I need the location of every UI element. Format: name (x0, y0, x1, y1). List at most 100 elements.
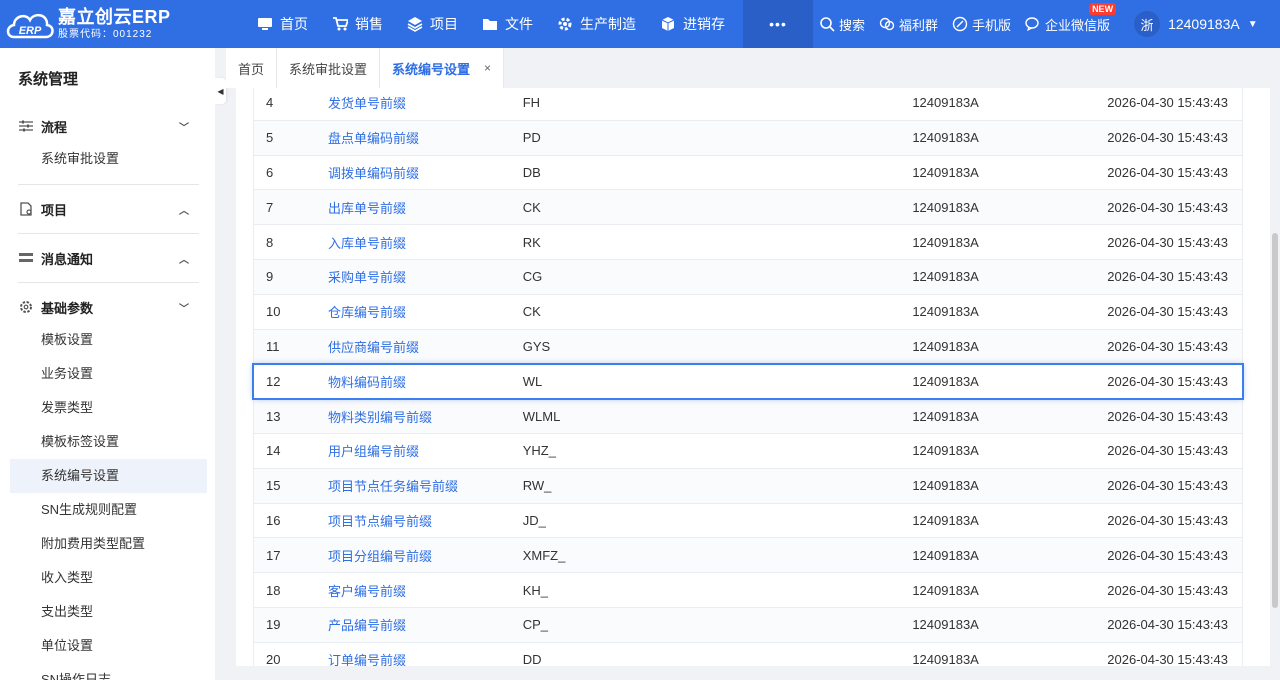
sidebar-item-numbering-settings[interactable]: 系统编号设置 (10, 459, 207, 493)
user-name: 12409183A (1168, 16, 1240, 32)
sidebar-item-income-types[interactable]: 收入类型 (10, 561, 207, 595)
table-row[interactable]: 4 发货单号前缀 FH 12409183A 2026-04-30 15:43:43 (253, 88, 1243, 121)
table-row[interactable]: 18 客户编号前缀 KH_ 12409183A 2026-04-30 15:43:43 (253, 573, 1243, 608)
sidebar-group-notifications[interactable]: 消息通知 ︿ (0, 242, 215, 274)
nav-sales[interactable]: 销售 (320, 0, 395, 48)
row-prefix-code: PD (522, 130, 541, 146)
row-name-link[interactable]: 仓库编号前缀 (328, 302, 523, 321)
row-name-link[interactable]: 发货单号前缀 (328, 93, 523, 112)
table-row[interactable]: 14 用户组编号前缀 YHZ_ 12409183A 2026-04-30 15:43:4… (253, 433, 1243, 469)
sidebar-item-extra-fee-types[interactable]: 附加费用类型配置 (10, 527, 207, 561)
nav-files[interactable]: 文件 (470, 0, 545, 48)
nav-files-label: 文件 (505, 16, 533, 32)
tab-home[interactable]: 首页 (226, 48, 278, 88)
row-number: 15 (266, 478, 281, 494)
scrollbar-track[interactable] (1270, 48, 1280, 680)
table-row[interactable]: 7 出库单号前缀 CK 12409183A 2026-04-30 15:43:43 (253, 190, 1243, 226)
sidebar-item-sn-log[interactable]: SN操作日志 (10, 663, 207, 680)
sidebar-item-unit-settings[interactable]: 单位设置 (10, 629, 207, 663)
search-button[interactable]: 搜索 (819, 15, 865, 34)
sidebar-item-template-settings[interactable]: 模板设置 (10, 323, 207, 357)
link-icon (952, 16, 968, 32)
scrollbar-thumb[interactable] (1272, 233, 1278, 608)
table-row[interactable]: 11 供应商编号前缀 GYS 12409183A 2026-04-30 15:43:43 (253, 329, 1243, 365)
table-row[interactable]: 10 仓库编号前缀 CK 12409183A 2026-04-30 15:43:43 (253, 294, 1243, 330)
row-prefix-code: CK (522, 199, 541, 215)
row-prefix-code: WL (522, 373, 543, 389)
row-name-link[interactable]: 物料类别编号前缀 (328, 407, 523, 426)
wechat-label: 企业微信版 (1045, 17, 1111, 33)
mobile-version-button[interactable]: 手机版 (952, 15, 1011, 34)
row-number: 5 (266, 130, 274, 146)
sidebar-item-business-settings[interactable]: 业务设置 (10, 357, 207, 391)
nav-more-button[interactable]: ••• (743, 0, 813, 48)
sidebar-divider (18, 233, 199, 234)
avatar: 浙 (1134, 11, 1161, 37)
welfare-group-button[interactable]: 福利群 (879, 15, 938, 34)
row-user: 12409183A (912, 234, 979, 250)
row-prefix-code: CG (522, 269, 543, 285)
welfare-label: 福利群 (899, 17, 939, 33)
row-name-link[interactable]: 入库单号前缀 (328, 233, 523, 252)
table-row[interactable]: 5 盘点单编码前缀 PD 12409183A 2026-04-30 15:43:43 (253, 120, 1243, 156)
table-row[interactable]: 13 物料类别编号前缀 WLML 12409183A 2026-04-30 15:43:… (253, 399, 1243, 434)
table-row[interactable]: 9 采购单号前缀 CG 12409183A 2026-04-30 15:43:43 (253, 259, 1243, 295)
row-number: 12 (266, 373, 281, 389)
row-name-link[interactable]: 产品编号前缀 (328, 615, 523, 634)
table-row[interactable]: 16 项目节点编号前缀 JD_ 12409183A 2026-04-30 15:43:4… (253, 503, 1243, 539)
chevron-up-icon: ︿ (179, 254, 189, 266)
nav-home-label: 首页 (280, 16, 308, 32)
nav-project[interactable]: 项目 (395, 0, 470, 48)
sidebar-item-invoice-types[interactable]: 发票类型 (10, 391, 207, 425)
row-prefix-code: RK (522, 234, 541, 250)
row-user: 12409183A (912, 652, 979, 666)
row-name-link[interactable]: 盘点单编码前缀 (328, 128, 523, 147)
sidebar-group-basic-params[interactable]: 基础参数 ﹀ (0, 291, 215, 323)
sidebar-group-project[interactable]: 项目 ︿ (0, 193, 215, 225)
row-name-link[interactable]: 用户组编号前缀 (328, 441, 523, 460)
table-row[interactable]: 15 项目节点任务编号前缀 RW_ 12409183A 2026-04-30 15:43… (253, 468, 1243, 504)
sidebar-item-template-tags[interactable]: 模板标签设置 (10, 425, 207, 459)
table-row[interactable]: 19 产品编号前缀 CP_ 12409183A 2026-04-30 15:43:43 (253, 607, 1243, 643)
row-name-link[interactable]: 供应商编号前缀 (328, 337, 523, 356)
row-name-link[interactable]: 出库单号前缀 (328, 198, 523, 217)
logo[interactable]: ERP 嘉立创云ERP 股票代码：001232 (0, 0, 235, 48)
row-name-link[interactable]: 调拨单编码前缀 (328, 163, 523, 182)
logo-mark-text: ERP (19, 25, 42, 37)
nav-manufacturing[interactable]: 生产制造 (545, 0, 648, 48)
wechat-version-button[interactable]: 企业微信版 NEW (1025, 2, 1117, 34)
row-name-link[interactable]: 物料编码前缀 (328, 372, 523, 391)
table-row[interactable]: 6 调拨单编码前缀 DB 12409183A 2026-04-30 15:43:43 (253, 155, 1243, 191)
search-icon (820, 17, 835, 32)
user-menu[interactable]: 浙 12409183A ▼ (1134, 11, 1258, 37)
sidebar-group-label: 流程 (41, 119, 68, 135)
nav-inventory[interactable]: 进销存 (648, 0, 737, 48)
tab-approval-settings[interactable]: 系统审批设置 (277, 48, 381, 88)
row-name-link[interactable]: 项目节点任务编号前缀 (328, 476, 523, 495)
close-icon[interactable]: × (484, 61, 491, 75)
row-prefix-code: YHZ_ (522, 443, 556, 459)
sidebar-divider (18, 184, 199, 185)
row-name-link[interactable]: 客户编号前缀 (328, 581, 523, 600)
sidebar-collapse-button[interactable]: ◀ (215, 78, 226, 104)
row-name-link[interactable]: 项目分组编号前缀 (328, 546, 523, 565)
row-prefix-code: XMFZ_ (522, 547, 566, 563)
row-user: 12409183A (912, 582, 979, 598)
table-row[interactable]: 12 物料编码前缀 WL 12409183A 2026-04-30 15:43:43 (252, 363, 1244, 401)
table-row[interactable]: 17 项目分组编号前缀 XMFZ_ 12409183A 2026-04-30 15:43… (253, 538, 1243, 574)
tab-numbering-settings[interactable]: 系统编号设置 × (380, 48, 505, 88)
row-name-link[interactable]: 采购单号前缀 (328, 267, 523, 286)
sidebar-item-expense-types[interactable]: 支出类型 (10, 595, 207, 629)
row-name-link[interactable]: 项目节点编号前缀 (328, 511, 523, 530)
row-prefix-code: KH_ (522, 582, 549, 598)
row-name-link[interactable]: 订单编号前缀 (328, 650, 523, 666)
row-number: 13 (266, 408, 281, 424)
sidebar-item-approval-settings[interactable]: 系统审批设置 (10, 142, 207, 176)
sidebar-group-process[interactable]: 流程 ﹀ (0, 110, 215, 142)
nav-home[interactable]: 首页 (245, 0, 320, 48)
sidebar-item-sn-rules[interactable]: SN生成规则配置 (10, 493, 207, 527)
table-row[interactable]: 8 入库单号前缀 RK 12409183A 2026-04-30 15:43:43 (253, 225, 1243, 260)
table-row[interactable]: 20 订单编号前缀 DD 12409183A 2026-04-30 15:43:43 (253, 642, 1243, 666)
row-prefix-code: CP_ (522, 617, 549, 633)
row-prefix-code: DD (522, 652, 542, 666)
